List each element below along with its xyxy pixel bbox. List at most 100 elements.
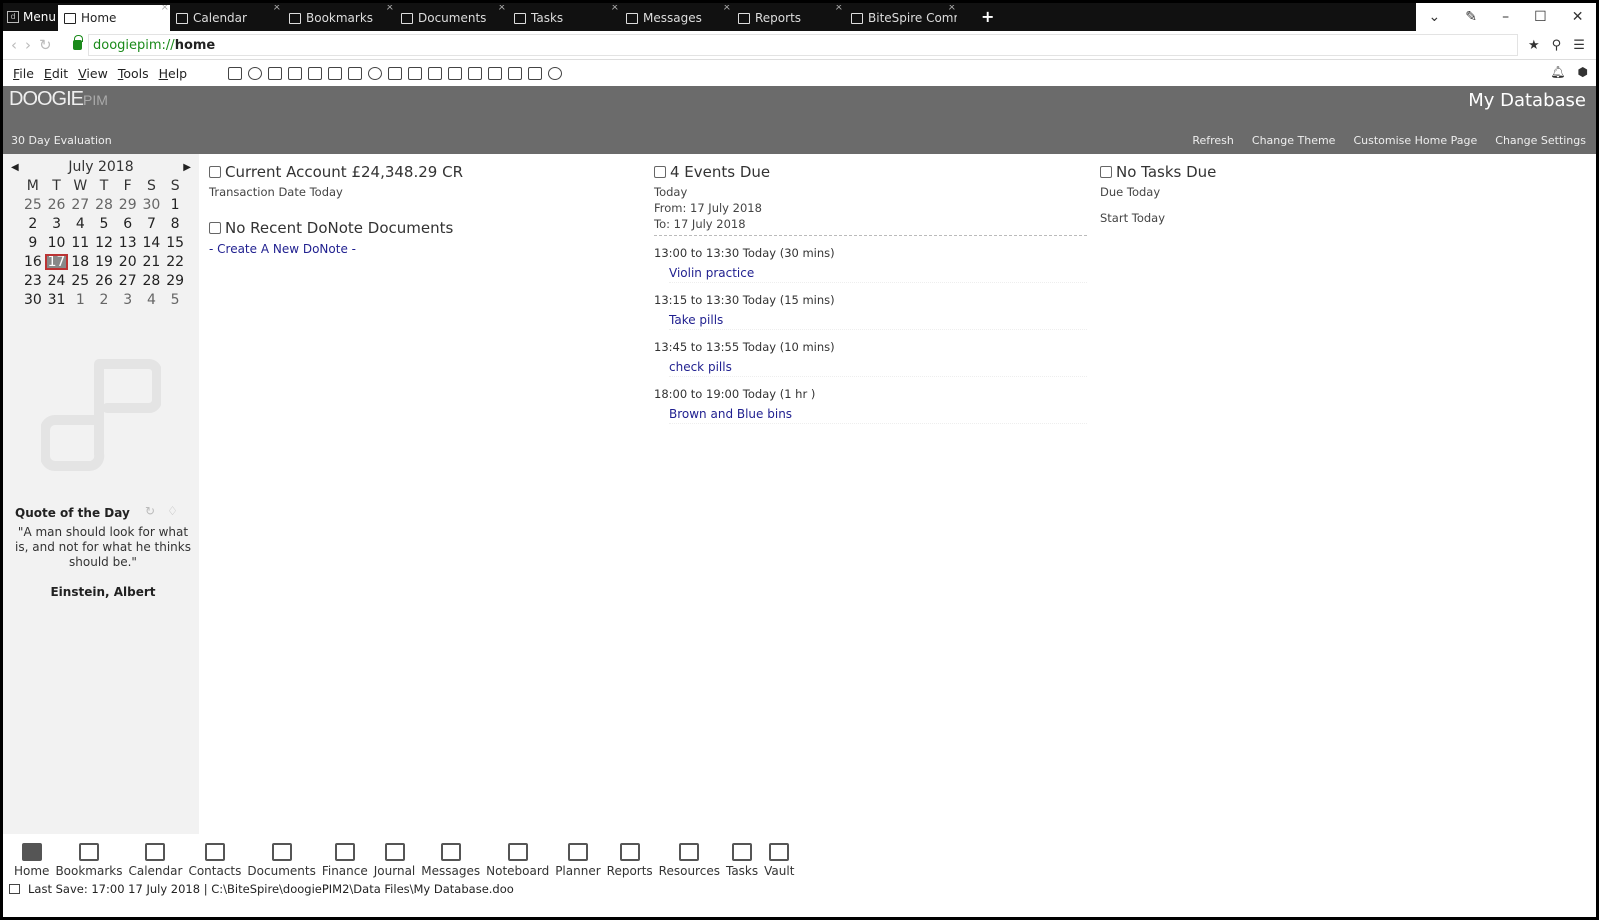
back-icon[interactable]: ‹ — [11, 36, 17, 54]
calendar-day[interactable]: 4 — [140, 292, 164, 308]
nav-planner[interactable]: Planner — [552, 843, 603, 878]
tab-home[interactable]: Home × — [58, 5, 170, 31]
calculator-icon[interactable] — [288, 66, 302, 80]
calendar-day[interactable]: 29 — [163, 273, 187, 289]
change-settings-link[interactable]: Change Settings — [1495, 134, 1586, 147]
chat-icon[interactable] — [408, 66, 422, 80]
calendar-day[interactable]: 23 — [21, 273, 45, 289]
flag-icon[interactable] — [468, 66, 482, 80]
close-icon[interactable]: × — [161, 5, 169, 13]
bell-icon[interactable]: 🔔︎ — [1550, 65, 1565, 79]
search-icon[interactable] — [328, 66, 342, 80]
scales-icon[interactable] — [308, 66, 322, 80]
calendar-day[interactable]: 6 — [116, 216, 140, 232]
tab-tasks[interactable]: Tasks × — [508, 5, 620, 31]
chevron-down-icon[interactable]: ⌄ — [1429, 9, 1441, 25]
nav-finance[interactable]: Finance — [319, 843, 371, 878]
tab-reports[interactable]: Reports × — [732, 5, 844, 31]
menu-edit[interactable]: Edit — [44, 66, 68, 81]
menu-file[interactable]: File — [13, 66, 34, 81]
calendar-day[interactable]: 2 — [21, 216, 45, 232]
account-icon[interactable]: ⬢ — [1578, 65, 1588, 79]
tasks-heading[interactable]: No Tasks Due — [1100, 163, 1540, 181]
nav-messages[interactable]: Messages — [418, 843, 483, 878]
calendar-day[interactable]: 12 — [92, 235, 116, 251]
event-title[interactable]: check pills — [669, 360, 1087, 377]
event-title[interactable]: Take pills — [669, 313, 1087, 330]
calendar-day-today[interactable]: 17 — [44, 254, 69, 270]
calendar-day[interactable]: 25 — [21, 197, 45, 213]
calendar-day[interactable]: 19 — [92, 254, 116, 270]
calendar-day[interactable]: 31 — [45, 292, 69, 308]
calendar-day[interactable]: 18 — [68, 254, 92, 270]
nav-bookmarks[interactable]: Bookmarks — [52, 843, 125, 878]
nav-contacts[interactable]: Contacts — [185, 843, 244, 878]
calendar-day[interactable]: 5 — [163, 292, 187, 308]
clock-icon[interactable] — [368, 66, 382, 80]
hamburger-icon[interactable]: ☰ — [1573, 38, 1585, 53]
nav-noteboard[interactable]: Noteboard — [483, 843, 552, 878]
bell-icon[interactable]: ♢ — [167, 504, 178, 518]
events-heading[interactable]: 4 Events Due — [654, 163, 1094, 181]
nav-vault[interactable]: Vault — [761, 843, 797, 878]
calendar-day[interactable]: 20 — [116, 254, 140, 270]
calendar-day[interactable]: 24 — [45, 273, 69, 289]
calendar-day[interactable]: 16 — [21, 254, 45, 270]
maximize-button[interactable]: ☐ — [1534, 9, 1547, 25]
close-icon[interactable]: × — [611, 5, 619, 13]
chart-icon[interactable] — [508, 66, 522, 80]
finance-heading[interactable]: Current Account £24,348.29 CR — [209, 163, 639, 181]
pin-icon[interactable]: ⚲ — [1552, 38, 1562, 53]
nav-tasks[interactable]: Tasks — [723, 843, 761, 878]
prev-month-icon[interactable]: ◀ — [11, 162, 19, 173]
gear-icon[interactable] — [548, 66, 562, 80]
close-icon[interactable]: × — [948, 5, 956, 13]
new-document-icon[interactable] — [428, 66, 442, 80]
calendar-day[interactable]: 30 — [140, 197, 164, 213]
nav-journal[interactable]: Journal — [371, 843, 419, 878]
calendar-day[interactable]: 26 — [45, 197, 69, 213]
event-title[interactable]: Brown and Blue bins — [669, 407, 1087, 424]
calendar-day[interactable]: 3 — [116, 292, 140, 308]
url-field[interactable]: doogiepim://home — [88, 34, 1518, 56]
calendar-day[interactable]: 26 — [92, 273, 116, 289]
tab-bitespire[interactable]: BiteSpire Comm × — [845, 5, 957, 31]
nav-calendar[interactable]: Calendar — [125, 843, 185, 878]
calendar-day[interactable]: 14 — [140, 235, 164, 251]
nav-reports[interactable]: Reports — [604, 843, 656, 878]
menu-help[interactable]: Help — [159, 66, 188, 81]
calendar-day[interactable]: 7 — [140, 216, 164, 232]
calendar-day[interactable]: 27 — [68, 197, 92, 213]
tab-bookmarks[interactable]: Bookmarks × — [283, 5, 395, 31]
new-tab-button[interactable]: + — [981, 7, 994, 26]
calendar-day[interactable]: 8 — [163, 216, 187, 232]
calendar-day[interactable]: 28 — [92, 197, 116, 213]
nav-resources[interactable]: Resources — [656, 843, 723, 878]
phone-icon[interactable] — [488, 66, 502, 80]
menu-view[interactable]: View — [78, 66, 108, 81]
calendar-day[interactable]: 4 — [68, 216, 92, 232]
star-icon[interactable]: ★ — [1528, 38, 1540, 53]
event-title[interactable]: Violin practice — [669, 266, 1087, 283]
shield-icon[interactable] — [248, 66, 262, 80]
new-task-icon[interactable] — [448, 66, 462, 80]
forward-icon[interactable]: › — [25, 36, 31, 54]
wrench-icon[interactable]: ✎ — [1465, 9, 1477, 25]
calendar-day[interactable]: 27 — [116, 273, 140, 289]
calendar-day[interactable]: 25 — [68, 273, 92, 289]
refresh-link[interactable]: Refresh — [1192, 134, 1234, 147]
customise-home-link[interactable]: Customise Home Page — [1353, 134, 1477, 147]
nav-documents[interactable]: Documents — [244, 843, 318, 878]
calendar-day[interactable]: 15 — [163, 235, 187, 251]
more-icon[interactable] — [268, 66, 282, 80]
calendar-day[interactable]: 22 — [163, 254, 187, 270]
add-note-icon[interactable] — [348, 66, 362, 80]
calendar-day[interactable]: 5 — [92, 216, 116, 232]
close-icon[interactable]: × — [723, 5, 731, 13]
calendar-day[interactable]: 1 — [163, 197, 187, 213]
close-window-button[interactable]: ✕ — [1572, 9, 1584, 25]
create-donote-link[interactable]: - Create A New DoNote - — [209, 242, 639, 256]
next-month-icon[interactable]: ▶ — [183, 162, 191, 173]
calendar-day[interactable]: 28 — [140, 273, 164, 289]
calendar-day[interactable]: 13 — [116, 235, 140, 251]
